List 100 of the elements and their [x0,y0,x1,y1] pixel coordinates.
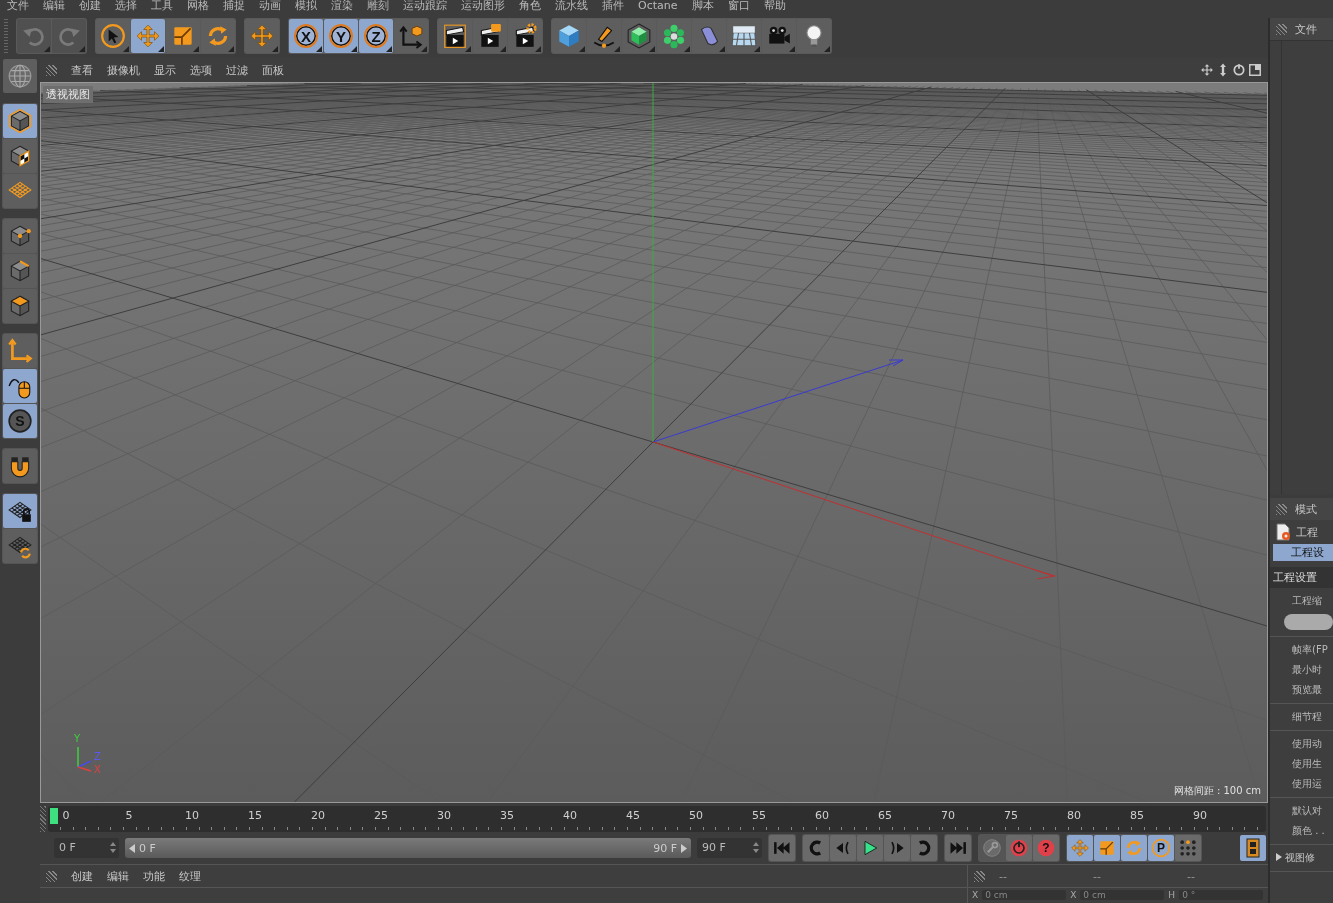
frame-number: 65 [878,809,892,822]
axis-lock-button[interactable]: Z [359,19,393,53]
menu-item[interactable]: 捕捉 [223,0,245,14]
play-button[interactable] [857,835,883,861]
move-button[interactable] [245,19,279,53]
polygons-button[interactable] [3,289,37,323]
workplane-align-button[interactable] [3,529,37,563]
menu-item[interactable]: 网格 [187,0,209,14]
workplane-lock-button[interactable] [3,494,37,528]
menu-item[interactable]: 创建 [79,0,101,14]
axis-lock-button[interactable]: Y [324,19,358,53]
panel-grip[interactable] [974,870,985,882]
menu-item[interactable]: 插件 [602,0,624,14]
spinner-arrows-icon[interactable] [110,842,116,853]
menu-item[interactable]: 摄像机 [107,62,140,78]
toolbar-grip[interactable] [4,19,8,53]
bend-button[interactable] [692,19,726,53]
snap-button[interactable] [3,449,37,483]
points-grid-key-button[interactable] [1175,835,1201,861]
last-button[interactable] [945,835,971,861]
end-frame-field[interactable]: 90 F [697,838,762,858]
menu-item[interactable]: 运动跟踪 [403,0,447,14]
menu-item[interactable]: 编辑 [43,0,65,14]
panel-grip[interactable] [1276,23,1287,35]
rotate-button[interactable] [201,19,235,53]
menu-item[interactable]: 模拟 [295,0,317,14]
select-button[interactable] [96,19,130,53]
render-settings-button[interactable] [508,19,542,53]
light-button[interactable] [797,19,831,53]
scale-button[interactable] [166,19,200,53]
frame-range-control[interactable]: 0 F 90 F [125,838,691,858]
prev-key-button[interactable] [803,835,829,861]
menu-item[interactable]: Octane [638,0,678,14]
menu-item[interactable]: 雕刻 [367,0,389,14]
view-button[interactable] [3,59,37,93]
menu-item[interactable]: 动画 [259,0,281,14]
panel-grip[interactable] [1276,503,1287,515]
auto-key-button[interactable]: ? [1033,835,1059,861]
spinner-arrows-icon[interactable] [753,842,759,853]
coordinate-field[interactable]: 0 cm [982,890,1067,900]
left-arrow-icon[interactable] [129,843,136,853]
render-picture-button[interactable] [473,19,507,53]
subdivision-button[interactable] [622,19,656,53]
edges-button[interactable] [3,254,37,288]
pen-button[interactable] [587,19,621,53]
frame-number: 75 [1004,809,1018,822]
menu-item[interactable]: 创建 [71,868,93,884]
input-field[interactable] [1284,614,1333,630]
perspective-viewport[interactable]: 透视视图 Y Z X 网格间距 : 100 cm [40,82,1268,803]
menu-item[interactable]: 运动图形 [461,0,505,14]
move-icon[interactable] [1200,63,1214,77]
expand-triangle-icon[interactable] [1276,853,1282,861]
scale-key-button[interactable] [1094,835,1120,861]
menu-item[interactable]: 帮助 [763,0,786,14]
texture-button[interactable] [3,139,37,173]
parameter-key-button[interactable]: P [1148,835,1174,861]
menu-item[interactable]: 文件 [7,0,29,14]
axis-gizmo-drawing [77,746,92,772]
coordinate-field[interactable]: 0 ° [1179,890,1264,900]
render-view-button[interactable] [438,19,472,53]
points-button[interactable] [3,219,37,253]
panel-grip[interactable] [46,870,57,882]
frame-number: 30 [437,809,451,822]
menu-item[interactable]: 渲染 [331,0,353,14]
menu-item[interactable]: 选择 [115,0,137,14]
menu-item[interactable]: 纹理 [179,868,201,884]
menu-item[interactable]: 过滤 [226,62,248,78]
floor-button[interactable] [727,19,761,53]
menu-item[interactable]: 面板 [262,62,284,78]
current-frame-field[interactable]: 0 F [54,838,119,858]
menu-item[interactable]: 查看 [71,62,93,78]
collapsible-group[interactable]: 视图修 [1276,851,1333,865]
menu-item[interactable]: 功能 [143,868,165,884]
tab[interactable]: 工程设 [1273,544,1333,561]
menu-item[interactable]: 工具 [151,0,173,14]
cloner-button[interactable] [657,19,691,53]
menu-item[interactable]: 编辑 [107,868,129,884]
menu-item[interactable]: 窗口 [727,0,750,14]
record-button[interactable] [1006,835,1032,861]
menu-item[interactable]: 显示 [154,62,176,78]
prev-frame-button[interactable] [830,835,856,861]
timeline-button[interactable] [1240,835,1266,861]
model-button[interactable] [3,104,37,138]
menu-item[interactable]: 流水线 [555,0,588,14]
tweak-button[interactable] [3,369,37,403]
axis-lock-button[interactable]: X [289,19,323,53]
maximize-icon[interactable] [1248,63,1262,77]
rotate-icon[interactable] [1232,63,1246,77]
right-arrow-icon[interactable] [680,843,687,853]
panel-grip[interactable] [46,64,57,76]
coordinate-field[interactable]: 0 cm [1080,890,1165,900]
first-button[interactable] [769,835,795,861]
camera-button[interactable] [762,19,796,53]
coordinates-button[interactable] [394,19,428,53]
menu-item[interactable]: 脚本 [691,0,714,14]
cube-button[interactable] [552,19,586,53]
menu-item[interactable]: 选项 [190,62,212,78]
next-key-button[interactable] [911,835,937,861]
menu-item[interactable]: 角色 [519,0,541,14]
next-frame-button[interactable] [884,835,910,861]
